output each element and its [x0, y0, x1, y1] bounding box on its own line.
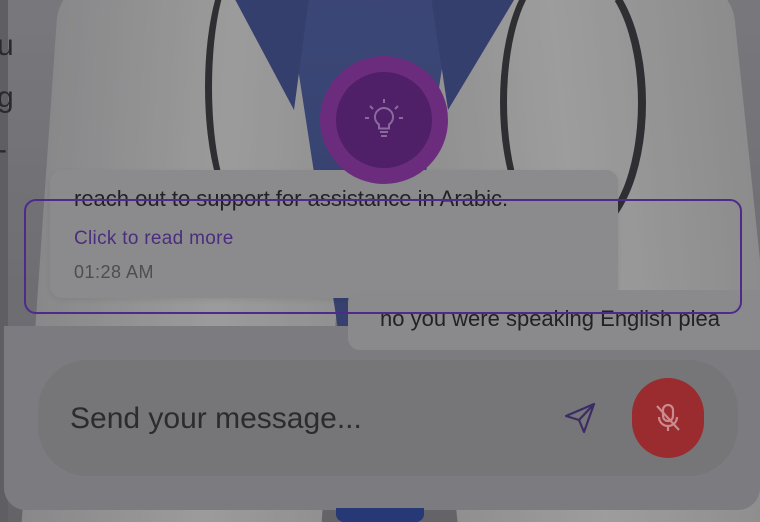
lightbulb-icon — [365, 99, 403, 137]
message-composer — [38, 360, 738, 476]
highlight-outline — [24, 199, 742, 314]
bottom-tab-indicator — [336, 508, 424, 522]
tip-button-core — [336, 72, 432, 168]
send-icon — [564, 402, 596, 434]
mic-off-icon — [656, 403, 680, 431]
mic-button[interactable] — [632, 378, 704, 458]
left-edge-text: u g - — [0, 29, 14, 166]
message-input[interactable] — [68, 398, 532, 440]
tip-button[interactable] — [320, 56, 448, 184]
send-button[interactable] — [558, 398, 602, 438]
